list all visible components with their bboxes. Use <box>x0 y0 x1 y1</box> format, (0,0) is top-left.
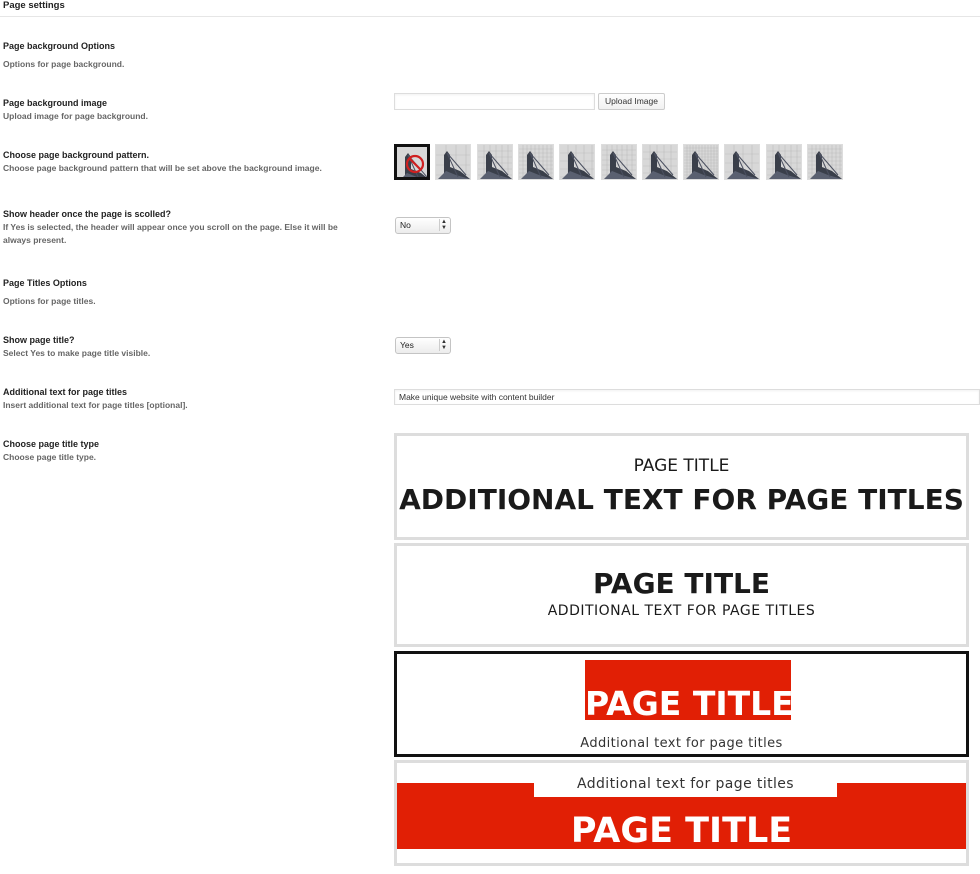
pattern-3-icon[interactable] <box>517 144 554 180</box>
select-arrows-icon: ▲ ▼ <box>439 339 448 351</box>
title-type-desc: Choose page title type. <box>3 452 97 462</box>
pattern-1-icon[interactable] <box>435 144 472 180</box>
section-desc-background: Options for page background. <box>3 59 125 69</box>
bg-image-input[interactable] <box>394 93 595 110</box>
option-1-additional-text: ADDITIONAL TEXT FOR PAGE TITLES <box>399 483 964 516</box>
title-type-option-2[interactable]: PAGE TITLE ADDITIONAL TEXT FOR PAGE TITL… <box>394 543 969 647</box>
pattern-9-icon[interactable] <box>765 144 802 180</box>
option-3-page-title: PAGE TITLE <box>585 684 791 720</box>
section-desc-titles: Options for page titles. <box>3 296 96 306</box>
title-type-option-1[interactable]: PAGE TITLE ADDITIONAL TEXT FOR PAGE TITL… <box>394 433 969 540</box>
settings-header: Page settings <box>0 0 980 17</box>
page-settings-title: Page settings <box>3 0 65 11</box>
pattern-4-icon[interactable] <box>559 144 596 180</box>
upload-image-button[interactable]: Upload Image <box>598 93 665 110</box>
select-arrows-icon: ▲ ▼ <box>439 219 448 231</box>
header-scroll-desc-line1: If Yes is selected, the header will appe… <box>3 222 338 232</box>
show-title-select[interactable]: Yes ▲ ▼ <box>395 337 451 354</box>
option-3-additional-text: Additional text for page titles <box>580 736 783 751</box>
section-title-background: Page background Options <box>3 41 116 51</box>
header-scroll-value: No <box>400 220 411 230</box>
additional-text-input[interactable] <box>394 389 980 405</box>
title-type-option-3[interactable]: PAGE TITLE Additional text for page titl… <box>394 651 969 757</box>
bg-image-label: Page background image <box>3 98 108 108</box>
pattern-2-icon[interactable] <box>476 144 513 180</box>
pattern-5-icon[interactable] <box>600 144 637 180</box>
pattern-10-icon[interactable] <box>807 144 843 180</box>
show-title-label: Show page title? <box>3 335 75 345</box>
bg-pattern-label: Choose page background pattern. <box>3 150 150 160</box>
option-1-page-title: PAGE TITLE <box>633 456 730 476</box>
pattern-8-icon[interactable] <box>724 144 761 180</box>
bg-image-desc: Upload image for page background. <box>3 111 148 121</box>
section-title-titles: Page Titles Options <box>3 278 87 288</box>
additional-text-label: Additional text for page titles <box>3 387 128 397</box>
header-scroll-select[interactable]: No ▲ ▼ <box>395 217 451 234</box>
show-title-desc: Select Yes to make page title visible. <box>3 348 151 358</box>
pattern-6-icon[interactable] <box>641 144 678 180</box>
option-3-red-block: PAGE TITLE <box>585 660 791 720</box>
header-scroll-desc-line2: always present. <box>3 235 67 245</box>
option-4-subtitle-box: Additional text for page titles <box>534 773 837 797</box>
show-title-value: Yes <box>400 340 414 350</box>
pattern-7-icon[interactable] <box>683 144 720 180</box>
option-4-additional-text: Additional text for page titles <box>577 776 794 792</box>
bg-pattern-desc: Choose page background pattern that will… <box>3 163 322 173</box>
header-scroll-label: Show header once the page is scolled? <box>3 209 172 219</box>
option-4-page-title: PAGE TITLE <box>570 811 793 849</box>
option-2-additional-text: ADDITIONAL TEXT FOR PAGE TITLES <box>547 603 816 619</box>
additional-text-desc: Insert additional text for page titles [… <box>3 400 188 410</box>
title-type-option-4[interactable]: PAGE TITLE Additional text for page titl… <box>394 760 969 866</box>
option-2-page-title: PAGE TITLE <box>592 567 771 600</box>
no-pattern-icon[interactable] <box>394 144 430 180</box>
title-type-label: Choose page title type <box>3 439 100 449</box>
